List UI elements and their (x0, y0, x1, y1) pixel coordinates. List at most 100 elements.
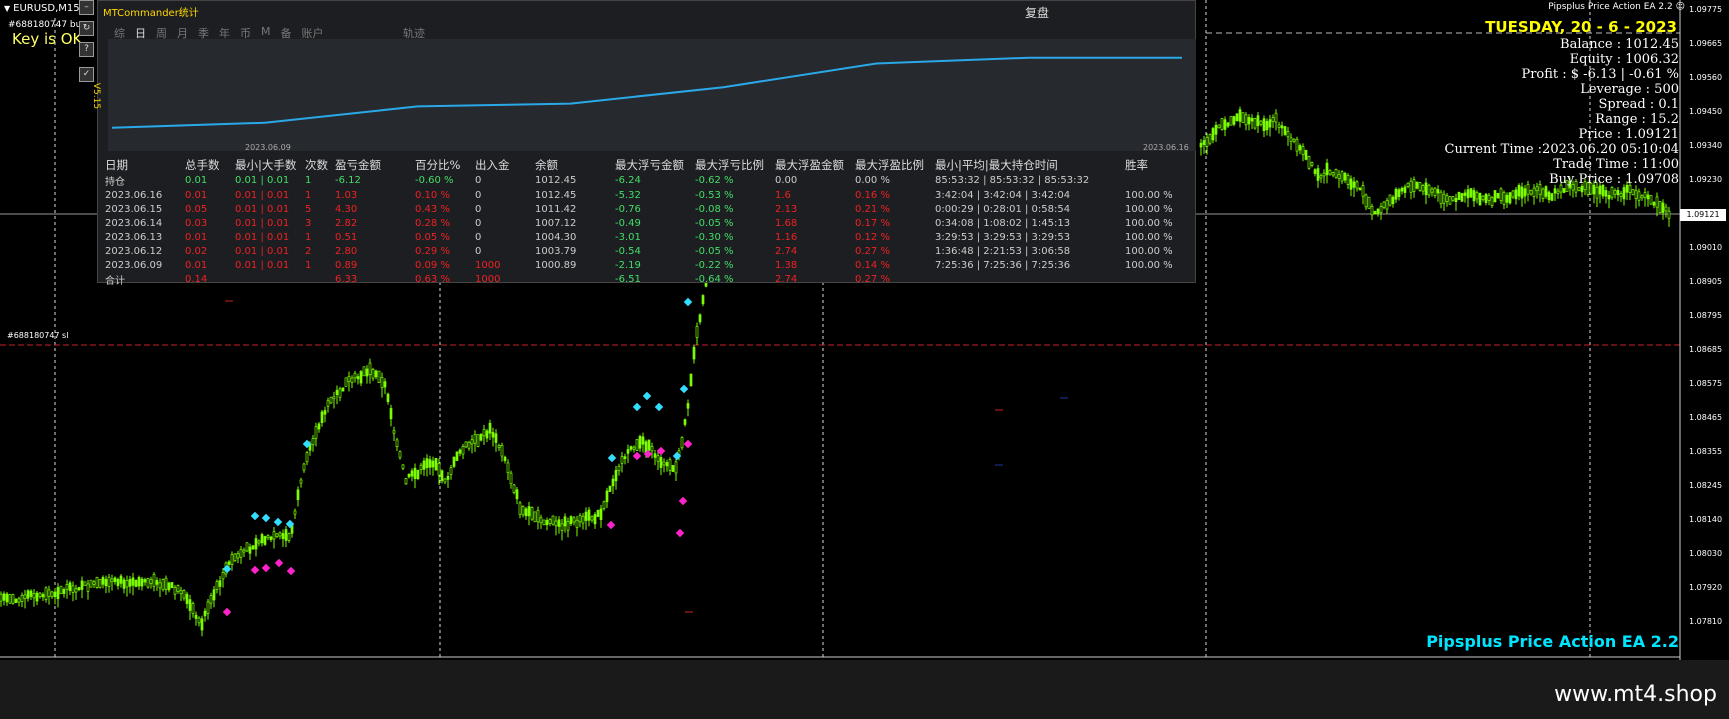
minimize-icon[interactable]: – (79, 0, 94, 15)
header-cell[interactable]: 百分比% (412, 157, 472, 173)
dropdown-arrow-icon[interactable]: ▼ (4, 4, 10, 13)
price-axis[interactable]: 1.09775 1.09665 1.09560 1.09450 1.09340 1.092… (1680, 0, 1729, 660)
table-cell: 6.33 (335, 274, 358, 285)
candle-body (1277, 124, 1281, 128)
current-price-label: 1.09121 (1680, 209, 1726, 221)
candle-body (1553, 188, 1557, 194)
candle-body (1529, 190, 1533, 195)
table-cell: 0.63 % (415, 274, 450, 285)
header-cell[interactable]: 余额 (532, 157, 612, 173)
candle-body (380, 377, 384, 389)
candle-body (1313, 169, 1317, 174)
candle-body (383, 381, 387, 388)
candle-body (1256, 115, 1260, 127)
table-cell: 0.16 % (855, 189, 890, 201)
candle-body (593, 514, 597, 525)
candle-body (1328, 169, 1332, 175)
header-cell[interactable]: 最小|大手数 (232, 157, 302, 173)
ea-title: Pipsplus Price Action EA 2.2 ☺ (1548, 2, 1685, 12)
price-tick-label: 1.08685 (1689, 345, 1723, 354)
candle-body (1292, 138, 1296, 142)
candle-body (23, 594, 27, 599)
table-cell: -0.54 (615, 245, 641, 257)
candle-body (1430, 188, 1434, 193)
refresh-icon[interactable]: ↻ (79, 21, 94, 36)
candle-body (104, 578, 108, 587)
price-tick-label: 1.08245 (1689, 481, 1723, 490)
header-cell[interactable]: 日期 (102, 157, 182, 173)
candle-body (425, 458, 429, 469)
price-tick-label: 1.08575 (1689, 379, 1723, 388)
header-cell[interactable]: 胜率 (1122, 157, 1182, 173)
candle-body (455, 451, 459, 461)
header-cell[interactable]: 总手数 (182, 157, 232, 173)
table-cell: 2 (305, 245, 312, 257)
table-cell: 0 (475, 217, 482, 229)
candle-body (110, 578, 114, 583)
candle-body (692, 346, 696, 360)
table-row: 2023.06.15 0.05 0.01 | 0.01 5 4.30 0.43 % 0 101… (102, 202, 1182, 216)
table-cell: 100.00 % (1125, 245, 1173, 257)
candle-body (359, 371, 363, 384)
candle-body (1484, 193, 1488, 203)
candle-body (386, 393, 390, 403)
candle-body (1487, 194, 1491, 201)
table-cell: 2.74 (775, 245, 798, 257)
table-cell: 0.09 % (415, 259, 450, 271)
table-cell: 0.01 (185, 231, 208, 243)
header-cell[interactable]: 次数 (302, 157, 332, 173)
table-cell (1122, 272, 1182, 287)
candle-body (56, 587, 60, 600)
candle-body (335, 389, 339, 395)
candle-body (1280, 125, 1284, 129)
candle-body (389, 408, 393, 420)
candle-body (1616, 189, 1620, 196)
header-cell[interactable]: 最小|平均|最大持仓时间 (932, 157, 1122, 173)
replay-button[interactable]: 复盘 (1025, 4, 1049, 21)
candle-body (254, 538, 258, 550)
candle-body (1205, 136, 1209, 147)
header-cell[interactable]: 最大浮盈比例 (852, 157, 932, 173)
table-cell: 0 (475, 189, 482, 201)
candle-body (638, 436, 642, 449)
candle-body (365, 368, 369, 377)
candle-body (164, 577, 168, 590)
version-label: V5.15 (91, 82, 102, 110)
price-tick-label: 1.09665 (1689, 39, 1723, 48)
candle-body (467, 441, 471, 449)
candle-body (1604, 190, 1608, 197)
candle-body (266, 535, 270, 538)
candle-body (302, 463, 306, 471)
candle-body (1532, 187, 1536, 198)
candle-body (647, 439, 651, 451)
candle-body (20, 594, 24, 602)
candle-body (368, 362, 372, 376)
candle-body (245, 542, 249, 552)
candle-body (98, 579, 102, 588)
header-cell[interactable]: 最大浮亏金额 (612, 157, 692, 173)
table-cell: 1.16 (775, 231, 798, 243)
table-cell: 2023.06.13 (105, 231, 163, 243)
candle-body (1199, 142, 1203, 148)
stats-header-row: 日期 总手数 最小|大手数 次数 盈亏金额 百分比% 出入金 余额 最大浮亏金额 最大浮亏比例 最大… (102, 157, 1182, 173)
candle-body (1478, 192, 1482, 206)
candle-body (413, 467, 417, 479)
candle-body (494, 433, 498, 443)
sell-marker (222, 607, 232, 617)
settings-icon[interactable]: ✓ (79, 67, 94, 82)
candle-body (44, 587, 48, 600)
candle-body (83, 581, 87, 586)
header-cell[interactable]: 最大浮盈金额 (772, 157, 852, 173)
candle-body (1499, 188, 1503, 201)
candle-body (1226, 122, 1230, 127)
header-cell[interactable]: 最大浮亏比例 (692, 157, 772, 173)
candle-body (1667, 210, 1671, 219)
candle-body (1547, 191, 1551, 201)
header-cell[interactable]: 出入金 (472, 157, 532, 173)
header-cell[interactable]: 盈亏金额 (332, 157, 412, 173)
table-cell: 1.6 (775, 189, 791, 201)
candle-body (140, 578, 144, 587)
table-row: 2023.06.12 0.02 0.01 | 0.01 2 2.80 0.29 % 0 100… (102, 244, 1182, 258)
help-icon[interactable]: ? (79, 42, 94, 57)
symbol-timeframe-label[interactable]: ▼ EURUSD,M15 (0, 0, 84, 16)
